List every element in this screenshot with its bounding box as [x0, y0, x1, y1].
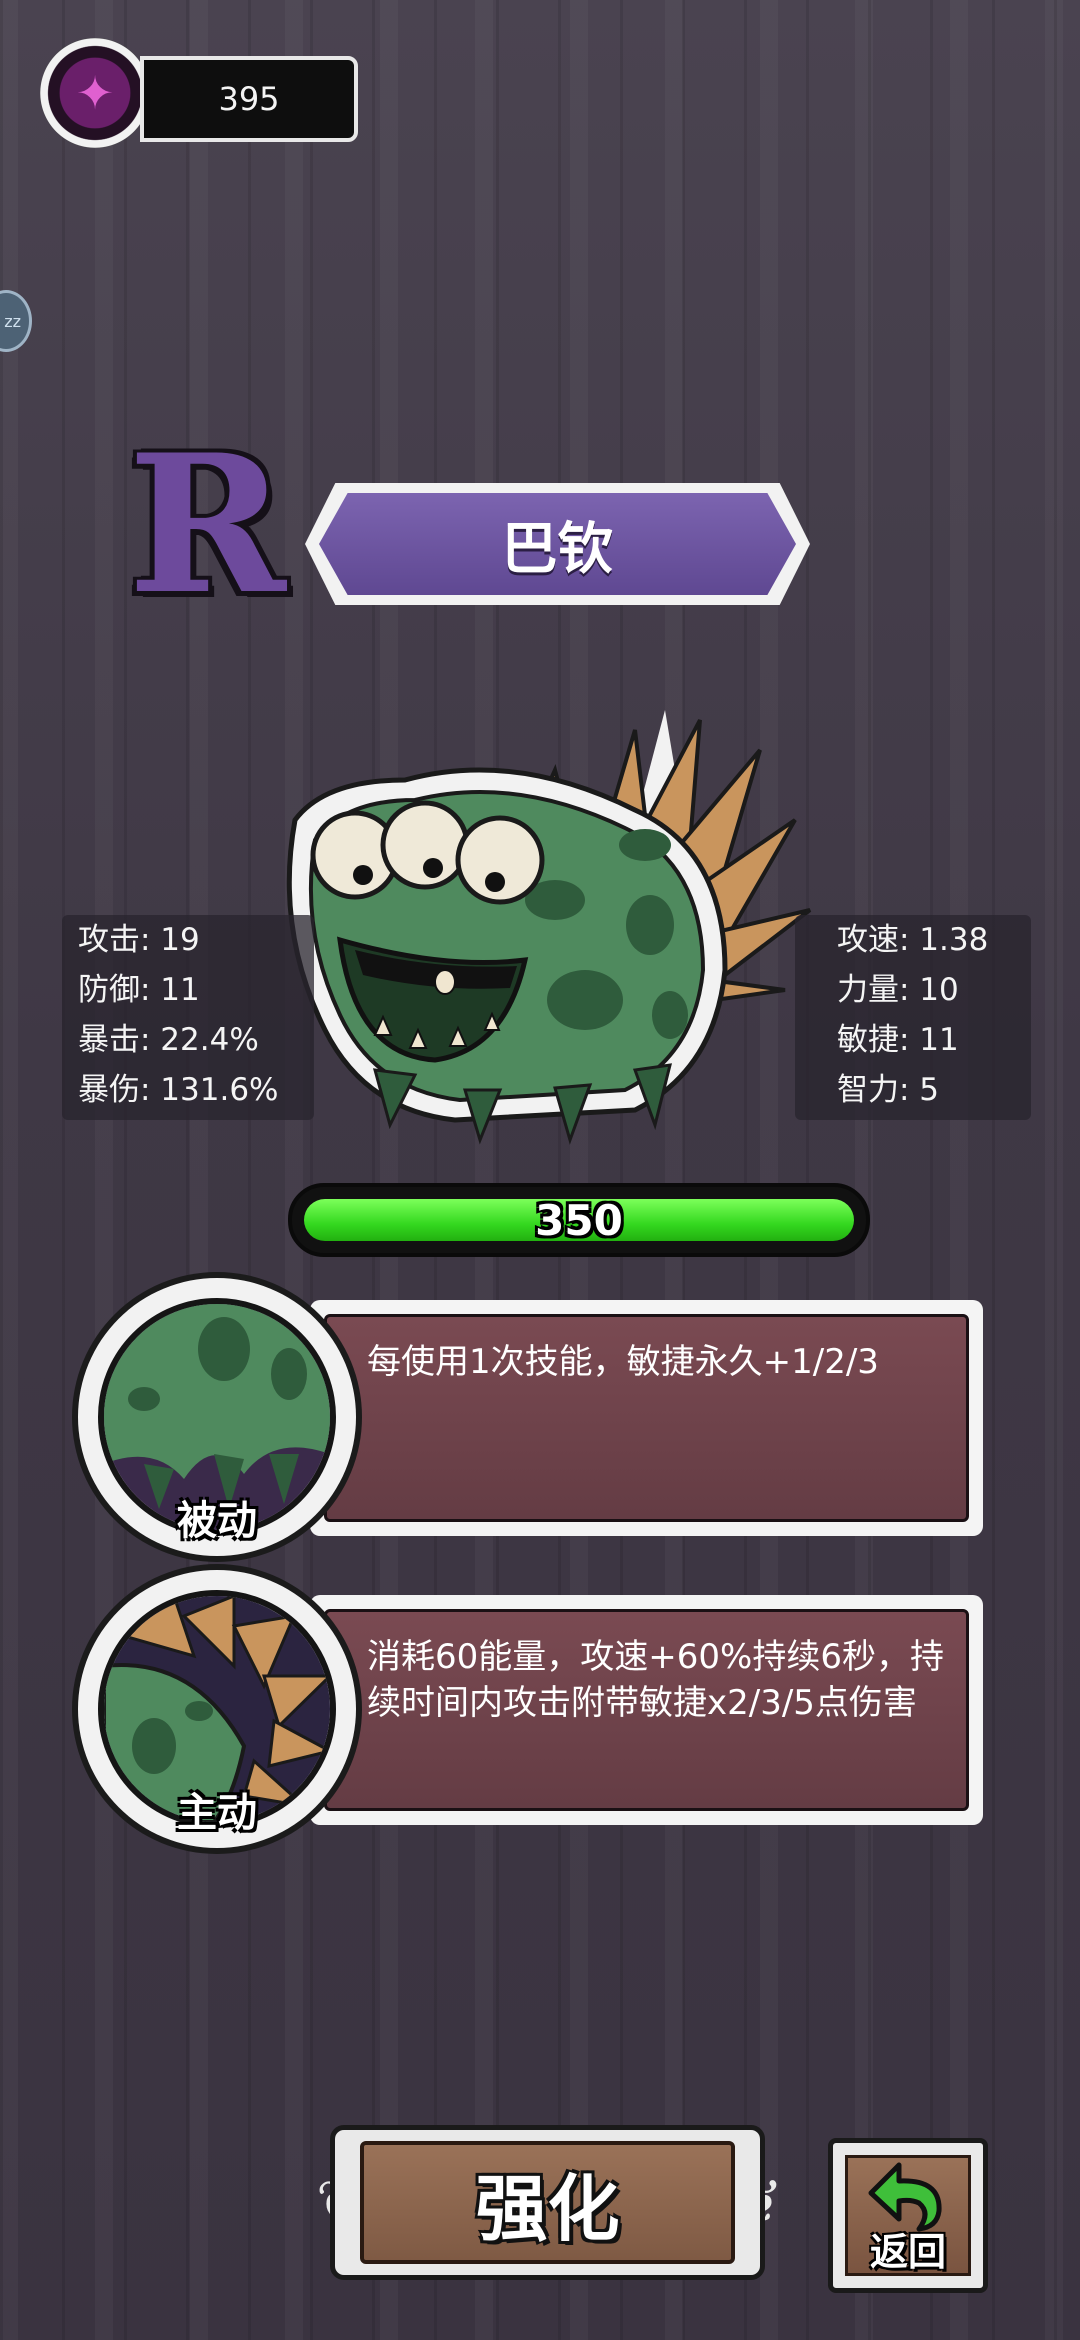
skill-type-active: 主动	[177, 1790, 257, 1836]
purple-gem-icon: ✦	[40, 38, 150, 148]
stat-attack-speed: 攻速: 1.38	[837, 922, 989, 958]
hp-bar: 350	[288, 1183, 870, 1257]
skill-panel-active: 消耗60能量，攻速+60%持续6秒，持续时间内攻击附带敏捷x2/3/5点伤害	[310, 1595, 983, 1825]
upgrade-button[interactable]: 强化	[330, 2125, 765, 2280]
skill-description-active: 消耗60能量，攻速+60%持续6秒，持续时间内攻击附带敏捷x2/3/5点伤害	[324, 1609, 969, 1811]
skill-panel-passive: 每使用1次技能，敏捷永久+1/2/3	[310, 1300, 983, 1536]
stats-left-panel: 攻击: 19 防御: 11 暴击: 22.4% 暴伤: 131.6%	[62, 915, 314, 1120]
skill-icon-active[interactable]: 主动	[78, 1570, 356, 1848]
stat-crit-damage: 暴伤: 131.6%	[78, 1072, 279, 1108]
skill-icon-passive[interactable]: 被动	[78, 1278, 356, 1556]
hp-value: 350	[535, 1195, 623, 1245]
stat-agility: 敏捷: 11	[837, 1022, 959, 1058]
stat-defense: 防御: 11	[78, 972, 200, 1008]
upgrade-label: 强化	[475, 2167, 620, 2251]
stat-intelligence: 智力: 5	[837, 1072, 940, 1108]
hero-name: 巴钦	[319, 493, 796, 595]
stats-right-panel: 攻速: 1.38 力量: 10 敏捷: 11 智力: 5	[795, 915, 1031, 1120]
back-label: 返回	[869, 2230, 946, 2274]
currency-amount: 395	[140, 56, 358, 142]
stat-attack: 攻击: 19	[78, 922, 200, 958]
skill-description-passive: 每使用1次技能，敏捷永久+1/2/3	[324, 1314, 969, 1522]
skill-type-passive: 被动	[177, 1498, 257, 1544]
hero-portrait	[286, 710, 812, 1145]
back-button[interactable]: 返回	[828, 2138, 988, 2293]
hero-detail-screen: { "currency": { "icon": "purple-gem-icon…	[0, 0, 1080, 2340]
rarity-badge: R	[128, 413, 286, 636]
hero-name-banner: 巴钦	[305, 483, 810, 605]
stat-crit: 暴击: 22.4%	[78, 1022, 259, 1058]
stat-strength: 力量: 10	[837, 972, 959, 1008]
sleep-zz-icon[interactable]: zz	[0, 290, 32, 352]
